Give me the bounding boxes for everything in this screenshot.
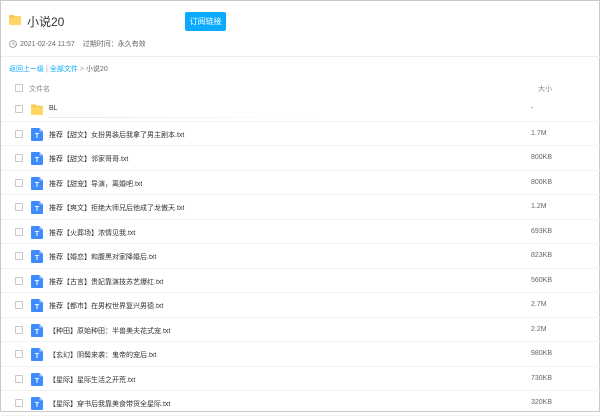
breadcrumb-separator: | bbox=[46, 66, 48, 73]
row-checkbox[interactable] bbox=[15, 399, 23, 407]
file-row[interactable]: T 【星际】星际生活之开荒.txt 730KB bbox=[1, 367, 600, 391]
file-name[interactable]: 【玄幻】阴鬓来袭：鬼帝的宠后.txt bbox=[49, 350, 156, 360]
svg-text:T: T bbox=[35, 255, 40, 262]
row-checkbox[interactable] bbox=[15, 325, 23, 334]
file-size: 1.7M bbox=[531, 129, 547, 137]
row-highlight-line bbox=[49, 117, 319, 118]
file-size: 730KB bbox=[531, 374, 553, 382]
file-name[interactable]: 推荐【爽文】拒绝大师兄后他成了龙傲天.txt bbox=[49, 203, 184, 213]
txt-file-icon: T bbox=[31, 176, 43, 190]
file-size: 693KB bbox=[531, 227, 553, 235]
file-size: 320KB bbox=[531, 399, 553, 406]
file-name[interactable]: 推荐【甜宠】导演，离婚吧.txt bbox=[49, 179, 142, 189]
folder-icon bbox=[9, 15, 21, 25]
file-row[interactable]: T 推荐【古言】贵妃靠演技苏艺爆红.txt 560KB bbox=[1, 269, 600, 293]
row-checkbox[interactable] bbox=[15, 350, 23, 358]
svg-text:T: T bbox=[35, 157, 40, 164]
txt-file-icon: T bbox=[31, 201, 43, 214]
file-row[interactable]: T 推荐【婚恋】和腹黑对家降婚后.txt 823KB bbox=[1, 244, 600, 269]
svg-text:T: T bbox=[35, 353, 40, 360]
svg-text:T: T bbox=[35, 133, 40, 140]
file-row[interactable]: T 【种田】原始种田：半兽美夫花式宠.txt 2.2M bbox=[1, 318, 600, 342]
file-name[interactable]: 推荐【古言】贵妃靠演技苏艺爆红.txt bbox=[49, 277, 163, 287]
all-files-link[interactable]: 全部文件 bbox=[50, 66, 78, 73]
svg-text:T: T bbox=[35, 402, 40, 409]
file-name[interactable]: BL bbox=[49, 105, 58, 112]
svg-text:T: T bbox=[35, 329, 40, 336]
file-name[interactable]: 推荐【婚恋】和腹黑对家降婚后.txt bbox=[49, 252, 156, 262]
file-size: 980KB bbox=[531, 350, 553, 357]
file-name[interactable]: 【星际】星际生活之开荒.txt bbox=[49, 375, 135, 385]
column-header-size[interactable]: 大小 bbox=[538, 84, 552, 94]
file-size: - bbox=[531, 105, 534, 112]
expire-value: 永久有效 bbox=[117, 41, 146, 48]
file-row[interactable]: T 推荐【火葬场】浓情见我.txt 693KB bbox=[1, 220, 600, 244]
breadcrumb: 返回上一级 | 全部文件 > 小说20 bbox=[9, 64, 108, 74]
file-size: 800KB bbox=[531, 178, 553, 186]
file-name[interactable]: 推荐【火葬场】浓情见我.txt bbox=[49, 228, 135, 238]
txt-file-icon: T bbox=[31, 225, 43, 239]
file-name[interactable]: 【种田】原始种田：半兽美夫花式宠.txt bbox=[49, 326, 170, 336]
file-name[interactable]: 推荐【甜文】邻家哥哥.txt bbox=[49, 154, 128, 164]
row-checkbox[interactable] bbox=[15, 105, 23, 113]
row-checkbox[interactable] bbox=[15, 252, 23, 260]
row-checkbox[interactable] bbox=[15, 276, 23, 285]
share-meta: 2021-02-24 11:57 过期时间： 永久有效 bbox=[9, 39, 146, 49]
txt-file-icon: T bbox=[31, 127, 43, 141]
file-row[interactable]: T 推荐【甜文】女扮男装后我拿了男主剧本.txt 1.7M bbox=[1, 122, 600, 146]
txt-file-icon: T bbox=[31, 299, 43, 312]
expire-label: 过期时间： bbox=[82, 41, 118, 48]
file-row[interactable]: T 推荐【爽文】拒绝大师兄后他成了龙傲天.txt 1.2M bbox=[1, 195, 600, 220]
svg-text:T: T bbox=[35, 378, 40, 385]
file-row[interactable]: T 推荐【甜宠】导演，离婚吧.txt 800KB bbox=[1, 171, 600, 195]
clock-icon bbox=[9, 40, 17, 48]
folder-icon bbox=[31, 103, 43, 116]
row-checkbox[interactable] bbox=[15, 178, 23, 187]
select-all-checkbox[interactable] bbox=[15, 84, 23, 92]
txt-file-icon: T bbox=[31, 348, 43, 361]
file-size: 2.2M bbox=[531, 325, 547, 333]
svg-text:T: T bbox=[35, 231, 40, 238]
row-checkbox[interactable] bbox=[15, 301, 23, 309]
file-name[interactable]: 推荐【甜文】女扮男装后我拿了男主剧本.txt bbox=[49, 130, 184, 140]
file-row[interactable]: BL - bbox=[1, 97, 600, 122]
txt-file-icon: T bbox=[31, 372, 43, 386]
svg-text:T: T bbox=[35, 182, 40, 189]
file-list: BL - T 推荐【甜文】女扮男装后我拿了男主剧本.txt 1.7M T 推荐【甜文】邻家哥… bbox=[1, 97, 600, 416]
svg-text:T: T bbox=[35, 206, 40, 213]
row-checkbox[interactable] bbox=[15, 129, 23, 138]
share-title: 小说20 bbox=[27, 15, 65, 29]
back-link[interactable]: 返回上一级 bbox=[9, 66, 44, 73]
txt-file-icon: T bbox=[31, 152, 43, 165]
file-list-header: 文件名 大小 bbox=[1, 81, 600, 95]
file-size: 800KB bbox=[531, 154, 553, 161]
file-row[interactable]: T 推荐【甜文】邻家哥哥.txt 800KB bbox=[1, 146, 600, 171]
file-size: 560KB bbox=[531, 276, 553, 284]
subscribe-link-button[interactable]: 订阅链接 bbox=[185, 12, 226, 31]
file-row[interactable]: T 【玄幻】阴鬓来袭：鬼帝的宠后.txt 980KB bbox=[1, 342, 600, 367]
shared-time: 2021-02-24 11:57 bbox=[20, 40, 75, 48]
txt-file-icon: T bbox=[31, 397, 43, 410]
txt-file-icon: T bbox=[31, 274, 43, 288]
share-page: 小说20 订阅链接 2021-02-24 11:57 过期时间： 永久有效 返回… bbox=[0, 0, 600, 416]
header-divider bbox=[1, 56, 600, 57]
svg-text:T: T bbox=[35, 304, 40, 311]
row-checkbox[interactable] bbox=[15, 203, 23, 211]
share-header: 小说20 订阅链接 2021-02-24 11:57 过期时间： 永久有效 bbox=[1, 1, 600, 59]
file-size: 2.7M bbox=[531, 301, 547, 308]
file-size: 823KB bbox=[531, 252, 553, 259]
file-row[interactable]: T 推荐【都市】在男权世界复兴男德.txt 2.7M bbox=[1, 293, 600, 318]
current-folder: 小说20 bbox=[85, 66, 108, 73]
file-size: 1.2M bbox=[531, 203, 547, 210]
column-header-name[interactable]: 文件名 bbox=[29, 84, 50, 94]
row-checkbox[interactable] bbox=[15, 227, 23, 236]
row-checkbox[interactable] bbox=[15, 374, 23, 383]
txt-file-icon: T bbox=[31, 250, 43, 263]
svg-text:T: T bbox=[35, 280, 40, 287]
row-checkbox[interactable] bbox=[15, 154, 23, 162]
file-name[interactable]: 推荐【都市】在男权世界复兴男德.txt bbox=[49, 301, 163, 311]
breadcrumb-arrow: > bbox=[79, 66, 84, 73]
file-name[interactable]: 【星际】穿书后我靠美食带货全星际.txt bbox=[49, 399, 170, 409]
txt-file-icon: T bbox=[31, 323, 43, 337]
